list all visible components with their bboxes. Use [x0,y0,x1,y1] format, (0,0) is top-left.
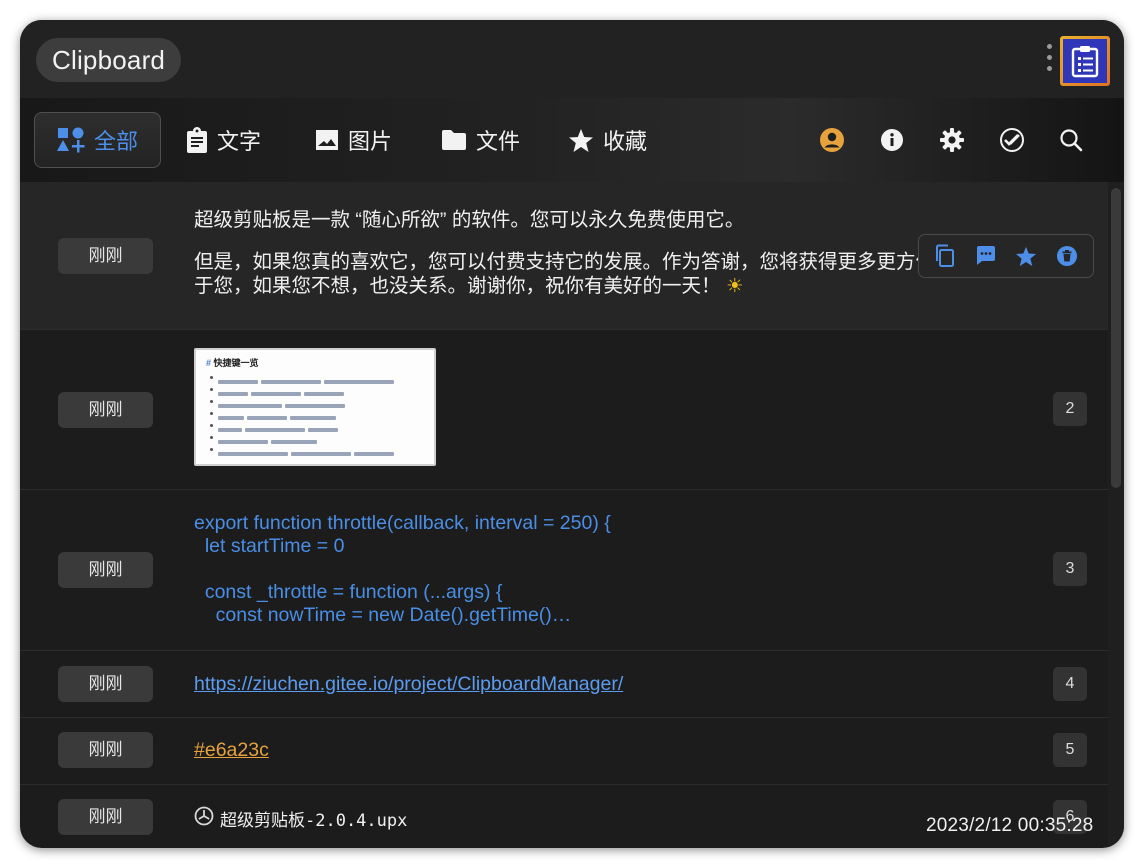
list-item[interactable]: 刚刚 # 快捷键一览 2 [20,330,1108,490]
time-badge[interactable]: 刚刚 [58,392,153,428]
clipboard-text-icon [186,127,208,153]
tab-image[interactable]: 图片 [315,112,392,168]
package-icon [194,806,214,831]
scrollbar[interactable] [1108,182,1124,848]
tab-file-label: 文件 [476,129,521,154]
code-line: export function throttle(callback, inter… [194,512,611,534]
color-text[interactable]: #e6a23c [194,738,269,762]
tab-image-label: 图片 [348,129,393,154]
time-badge[interactable]: 刚刚 [58,732,153,768]
app-window: Clipboard 全部 文字 图片 文件 收藏 刚刚 超级剪贴板是一款 “随心… [20,20,1124,848]
time-badge[interactable]: 刚刚 [58,238,153,274]
check-all-icon[interactable] [998,126,1026,154]
text-line: 超级剪贴板是一款 “随心所欲” 的软件。您可以永久免费使用它。 [194,209,745,231]
image-thumbnail[interactable]: # 快捷键一览 [194,348,436,466]
time-badge[interactable]: 刚刚 [58,666,153,702]
tab-favorites[interactable]: 收藏 [568,112,647,168]
item-number: 4 [1053,667,1087,701]
clipboard-list: 刚刚 超级剪贴板是一款 “随心所欲” 的软件。您可以永久免费使用它。 但是，如果… [20,182,1108,848]
file-name: 超级剪贴板-2.0.4.upx [220,810,408,831]
datetime-display: 2023/2/12 00:35:28 [926,815,1094,836]
text-line-last: 于您，如果您不想，也没关系。谢谢你，祝你有美好的一天！ ☀ [194,274,935,298]
tab-bar: 全部 文字 图片 文件 收藏 [20,98,1124,182]
item-text: 超级剪贴板是一款 “随心所欲” 的软件。您可以永久免费使用它。 但是，如果您真的… [194,208,935,298]
list-item[interactable]: 刚刚 https://ziuchen.gitee.io/project/Clip… [20,651,1108,718]
time-badge[interactable]: 刚刚 [58,799,153,835]
code-snippet: export function throttle(callback, inter… [194,512,611,627]
code-line: const nowTime = new Date().getTime()… [194,604,572,626]
list-item[interactable]: 刚刚 #e6a23c 5 [20,718,1108,785]
text-line: 于您，如果您不想，也没关系。谢谢你，祝你有美好的一天！ [194,275,721,297]
list-item[interactable]: 刚刚 export function throttle(callback, in… [20,490,1108,651]
star-icon [568,128,594,153]
code-line: const _throttle = function (...args) { [194,581,503,603]
color-value[interactable]: #e6a23c [194,738,269,762]
text-line: 但是，如果您真的喜欢它，您可以付费支持它的发展。作为答谢，您将获得更多更方便 [194,251,936,273]
account-icon[interactable] [818,126,846,154]
code-line: let startTime = 0 [194,535,345,557]
tab-file[interactable]: 文件 [441,112,520,168]
star-icon[interactable] [1013,243,1039,269]
app-title: Clipboard [36,38,182,82]
tab-favorites-label: 收藏 [603,129,648,154]
folder-icon [441,129,467,151]
image-icon [315,129,339,151]
search-icon[interactable] [1057,126,1085,154]
tab-all-label: 全部 [94,129,139,154]
scroll-thumb[interactable] [1111,188,1121,488]
item-number: 2 [1053,392,1087,426]
url-link[interactable]: https://ziuchen.gitee.io/project/Clipboa… [194,672,623,696]
thumbnail-title: # 快捷键一览 [206,358,259,368]
tab-text-label: 文字 [217,129,262,154]
tab-all[interactable]: 全部 [34,112,162,168]
file-entry: 超级剪贴板-2.0.4.upx [194,805,407,831]
app-logo-icon [1060,36,1110,86]
shapes-icon [57,127,85,153]
comment-icon[interactable] [973,243,999,269]
sun-emoji-icon: ☀ [725,275,744,297]
settings-icon[interactable] [938,126,966,154]
time-badge[interactable]: 刚刚 [58,552,153,588]
info-icon[interactable] [878,126,906,154]
item-number: 5 [1053,733,1087,767]
url-text[interactable]: https://ziuchen.gitee.io/project/Clipboa… [194,672,623,696]
delete-icon[interactable] [1054,243,1080,269]
item-number: 3 [1053,552,1087,586]
item-action-bar [918,234,1094,278]
title-bar: Clipboard [20,20,1124,98]
more-menu-icon[interactable] [1045,44,1053,76]
copy-icon[interactable] [932,243,958,269]
tab-text[interactable]: 文字 [186,112,261,168]
